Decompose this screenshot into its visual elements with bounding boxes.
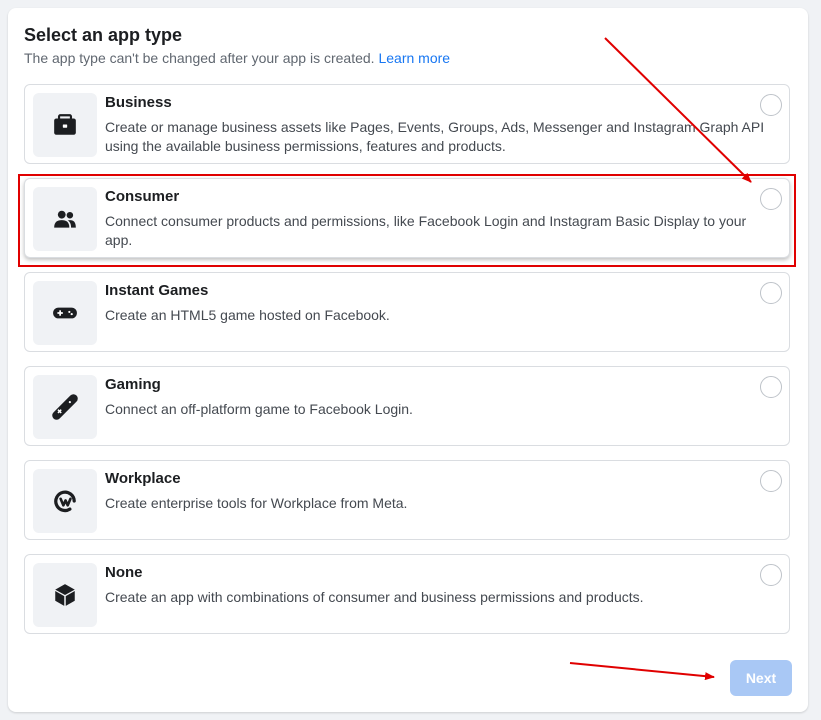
option-description: Create an HTML5 game hosted on Facebook.	[105, 307, 390, 323]
briefcase-icon	[33, 93, 97, 157]
option-radio[interactable]	[760, 282, 782, 304]
page-subtitle: The app type can't be changed after your…	[24, 50, 450, 66]
gamepad-icon	[33, 281, 97, 345]
option-none[interactable]: None Create an app with combinations of …	[24, 554, 790, 634]
option-description: Connect consumer products and permission…	[105, 213, 747, 248]
option-title: Instant Games	[105, 282, 209, 299]
option-title: Workplace	[105, 470, 181, 487]
option-radio[interactable]	[760, 470, 782, 492]
option-instant-games[interactable]: Instant Games Create an HTML5 game hoste…	[24, 272, 790, 352]
option-title: None	[105, 564, 143, 581]
option-description: Create enterprise tools for Workplace fr…	[105, 495, 408, 511]
cube-icon	[33, 563, 97, 627]
option-title: Gaming	[105, 376, 161, 393]
option-description: Create an app with combinations of consu…	[105, 589, 644, 605]
option-description: Create or manage business assets like Pa…	[105, 119, 765, 154]
page-title: Select an app type	[24, 25, 183, 45]
workplace-logo-icon	[33, 469, 97, 533]
next-button[interactable]: Next	[730, 660, 792, 696]
option-title: Business	[105, 94, 172, 111]
controller-icon	[33, 375, 97, 439]
option-radio[interactable]	[760, 188, 782, 210]
learn-more-link[interactable]: Learn more	[378, 50, 450, 66]
people-icon	[33, 187, 97, 251]
option-business[interactable]: Business Create or manage business asset…	[24, 84, 790, 164]
option-consumer[interactable]: Consumer Connect consumer products and p…	[24, 178, 790, 258]
option-radio[interactable]	[760, 564, 782, 586]
option-radio[interactable]	[760, 376, 782, 398]
option-description: Connect an off-platform game to Facebook…	[105, 401, 413, 417]
option-title: Consumer	[105, 188, 180, 205]
option-radio[interactable]	[760, 94, 782, 116]
subtitle-text: The app type can't be changed after your…	[24, 50, 375, 66]
option-gaming[interactable]: Gaming Connect an off-platform game to F…	[24, 366, 790, 446]
option-workplace[interactable]: Workplace Create enterprise tools for Wo…	[24, 460, 790, 540]
